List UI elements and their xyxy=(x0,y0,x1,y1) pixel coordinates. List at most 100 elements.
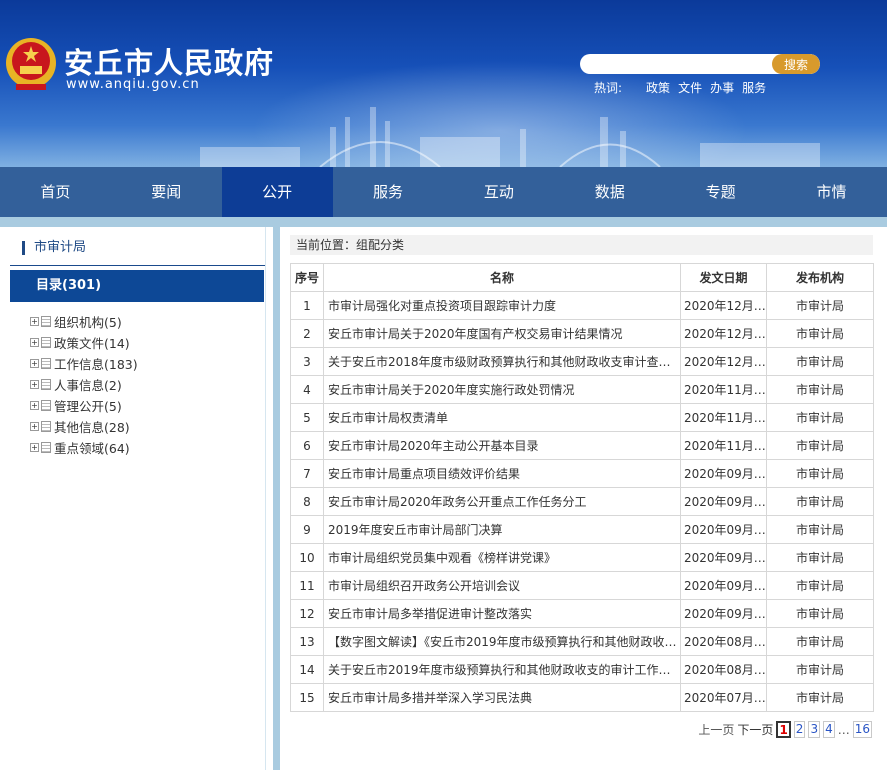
table-row: 1 市审计局强化对重点投资项目跟踪审计力度 2020年12月… 市审计局 xyxy=(290,291,874,320)
column-header-no: 序号 xyxy=(290,263,324,292)
tree-item-label[interactable]: 重点领域(64) xyxy=(54,438,130,457)
document-title-link[interactable]: 市审计局组织召开政务公开培训会议 xyxy=(323,571,681,600)
document-icon xyxy=(41,358,51,369)
hot-word-link[interactable]: 办事 xyxy=(710,79,734,96)
document-title-link[interactable]: 安丘市审计局权责清单 xyxy=(323,403,681,432)
document-title-link[interactable]: 市审计局组织党员集中观看《榜样讲党课》 xyxy=(323,543,681,572)
tree-item-label[interactable]: 工作信息(183) xyxy=(54,354,138,373)
expand-icon[interactable]: + xyxy=(30,317,39,326)
row-number: 11 xyxy=(290,571,324,600)
table-row: 15 安丘市审计局多措并举深入学习民法典 2020年07月… 市审计局 xyxy=(290,683,874,712)
column-header-date: 发文日期 xyxy=(680,263,767,292)
table-row: 4 安丘市审计局关于2020年度实施行政处罚情况 2020年11月… 市审计局 xyxy=(290,375,874,404)
publish-date: 2020年09月… xyxy=(680,543,767,572)
row-number: 7 xyxy=(290,459,324,488)
page-link[interactable]: 2 xyxy=(793,721,806,738)
next-page-link[interactable]: 下一页 xyxy=(737,721,773,738)
document-title-link[interactable]: 【数字图文解读】《安丘市2019年度市级预算执行和其他财政收… xyxy=(323,627,681,656)
nav-item-news[interactable]: 要闻 xyxy=(111,167,222,217)
nav-item-topics[interactable]: 专题 xyxy=(665,167,776,217)
publish-date: 2020年11月… xyxy=(680,431,767,460)
document-title-link[interactable]: 2019年度安丘市审计局部门决算 xyxy=(323,515,681,544)
document-icon xyxy=(41,316,51,327)
catalog-header[interactable]: 目录(301) xyxy=(10,270,264,302)
document-title-link[interactable]: 关于安丘市2019年度市级预算执行和其他财政收支的审计工作报… xyxy=(323,655,681,684)
tree-item[interactable]: + 政策文件(14) xyxy=(30,332,138,353)
expand-icon[interactable]: + xyxy=(30,338,39,347)
hot-word-link[interactable]: 文件 xyxy=(678,79,702,96)
document-title-link[interactable]: 安丘市审计局关于2020年度实施行政处罚情况 xyxy=(323,375,681,404)
site-header: 安丘市人民政府 www.anqiu.gov.cn 搜索 热词: 政策 文件 办事… xyxy=(0,0,887,167)
table-row: 7 安丘市审计局重点项目绩效评价结果 2020年09月… 市审计局 xyxy=(290,459,874,488)
tree-item[interactable]: + 工作信息(183) xyxy=(30,353,138,374)
document-icon xyxy=(41,337,51,348)
pagination: 上一页 下一页 1 2 3 4 … 16 xyxy=(698,721,872,738)
document-icon xyxy=(41,379,51,390)
publishing-org: 市审计局 xyxy=(766,627,874,656)
publish-date: 2020年09月… xyxy=(680,599,767,628)
tree-item-label[interactable]: 其他信息(28) xyxy=(54,417,130,436)
department-divider xyxy=(10,265,265,266)
search-input[interactable] xyxy=(580,54,772,74)
publish-date: 2020年11月… xyxy=(680,375,767,404)
document-title-link[interactable]: 安丘市审计局多举措促进审计整改落实 xyxy=(323,599,681,628)
tree-item[interactable]: + 组织机构(5) xyxy=(30,311,138,332)
nav-item-city-info[interactable]: 市情 xyxy=(776,167,887,217)
page-link-current[interactable]: 1 xyxy=(776,721,791,738)
document-title-link[interactable]: 安丘市审计局重点项目绩效评价结果 xyxy=(323,459,681,488)
document-title-link[interactable]: 安丘市审计局2020年主动公开基本目录 xyxy=(323,431,681,460)
sidebar-divider xyxy=(265,227,266,770)
expand-icon[interactable]: + xyxy=(30,380,39,389)
expand-icon[interactable]: + xyxy=(30,401,39,410)
document-title-link[interactable]: 安丘市审计局2020年政务公开重点工作任务分工 xyxy=(323,487,681,516)
page-link-last[interactable]: 16 xyxy=(852,721,872,738)
hot-word-link[interactable]: 服务 xyxy=(742,79,766,96)
prev-page-link[interactable]: 上一页 xyxy=(698,721,734,738)
tree-item-label[interactable]: 政策文件(14) xyxy=(54,333,130,352)
publish-date: 2020年09月… xyxy=(680,571,767,600)
document-title-link[interactable]: 安丘市审计局多措并举深入学习民法典 xyxy=(323,683,681,712)
tree-item-label[interactable]: 管理公开(5) xyxy=(54,396,122,415)
tree-item[interactable]: + 管理公开(5) xyxy=(30,395,138,416)
expand-icon[interactable]: + xyxy=(30,443,39,452)
publishing-org: 市审计局 xyxy=(766,543,874,572)
publishing-org: 市审计局 xyxy=(766,431,874,460)
publish-date: 2020年12月… xyxy=(680,291,767,320)
row-number: 6 xyxy=(290,431,324,460)
tree-item[interactable]: + 人事信息(2) xyxy=(30,374,138,395)
document-title-link[interactable]: 市审计局强化对重点投资项目跟踪审计力度 xyxy=(323,291,681,320)
hot-words: 热词: 政策 文件 办事 服务 xyxy=(594,79,766,96)
publishing-org: 市审计局 xyxy=(766,515,874,544)
site-domain: www.anqiu.gov.cn xyxy=(66,77,200,92)
row-number: 12 xyxy=(290,599,324,628)
page-link[interactable]: 3 xyxy=(808,721,821,738)
tree-item[interactable]: + 其他信息(28) xyxy=(30,416,138,437)
tree-item[interactable]: + 重点领域(64) xyxy=(30,437,138,458)
nav-item-service[interactable]: 服务 xyxy=(333,167,444,217)
pager-ellipsis: … xyxy=(837,722,850,737)
publishing-org: 市审计局 xyxy=(766,683,874,712)
tree-item-label[interactable]: 人事信息(2) xyxy=(54,375,122,394)
main-content: 当前位置：组配分类 序号 名称 发文日期 发布机构 1 市审计局强化对重点投资项目… xyxy=(280,227,887,770)
breadcrumb: 当前位置：组配分类 xyxy=(290,235,873,255)
document-title-link[interactable]: 安丘市审计局关于2020年度国有产权交易审计结果情况 xyxy=(323,319,681,348)
nav-item-interaction[interactable]: 互动 xyxy=(444,167,555,217)
publish-date: 2020年07月… xyxy=(680,683,767,712)
expand-icon[interactable]: + xyxy=(30,422,39,431)
tree-item-label[interactable]: 组织机构(5) xyxy=(54,312,122,331)
page-link[interactable]: 4 xyxy=(823,721,835,738)
publishing-org: 市审计局 xyxy=(766,319,874,348)
hot-word-link[interactable]: 政策 xyxy=(646,79,670,96)
nav-item-data[interactable]: 数据 xyxy=(554,167,665,217)
national-emblem-icon xyxy=(6,38,56,90)
expand-icon[interactable]: + xyxy=(30,359,39,368)
document-title-link[interactable]: 关于安丘市2018年度市级财政预算执行和其他财政收支审计查出… xyxy=(323,347,681,376)
search-button[interactable]: 搜索 xyxy=(772,54,820,74)
nav-item-home[interactable]: 首页 xyxy=(0,167,111,217)
nav-item-disclosure[interactable]: 公开 xyxy=(221,167,333,217)
site-title[interactable]: 安丘市人民政府 xyxy=(64,40,274,82)
publishing-org: 市审计局 xyxy=(766,655,874,684)
row-number: 14 xyxy=(290,655,324,684)
table-row: 8 安丘市审计局2020年政务公开重点工作任务分工 2020年09月… 市审计局 xyxy=(290,487,874,516)
table-row: 12 安丘市审计局多举措促进审计整改落实 2020年09月… 市审计局 xyxy=(290,599,874,628)
